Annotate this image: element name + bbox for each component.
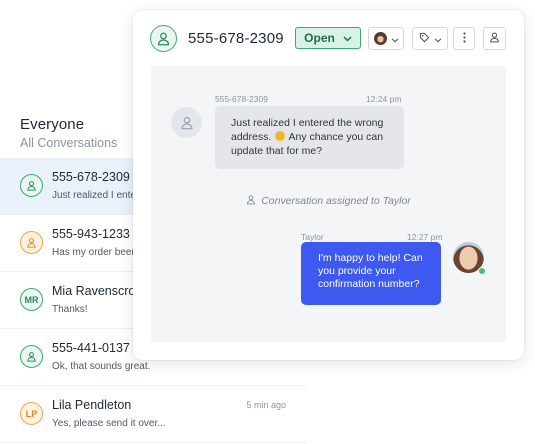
message-thread: 555-678-2309 12:24 pm Just realized I en… — [151, 66, 506, 342]
message-time: 12:24 pm — [366, 94, 402, 104]
conversation-preview: Has my order been — [52, 247, 138, 258]
chat-window: 555-678-2309 Open 555-678-2309 12:24 pm … — [133, 10, 524, 360]
conversation-preview: Yes, please send it over... — [52, 418, 166, 429]
status-dropdown[interactable]: Open — [295, 27, 361, 49]
more-options-button[interactable] — [453, 27, 475, 50]
person-icon — [20, 174, 43, 197]
incoming-message: Just realized I entered the wrong addres… — [215, 106, 404, 169]
message-sender: 555-678-2309 — [215, 94, 268, 104]
chevron-down-icon — [343, 31, 352, 45]
list-subtitle: All Conversations — [20, 136, 118, 150]
conversation-phone: 555-678-2309 — [188, 30, 284, 47]
grimacing-emoji-icon — [275, 131, 286, 141]
message-text: I'm happy to help! Can you provide your … — [318, 252, 423, 290]
person-icon — [150, 25, 177, 52]
chevron-down-icon — [391, 30, 399, 48]
person-icon — [171, 107, 202, 138]
person-icon — [20, 231, 43, 254]
conversation-preview: Thanks! — [52, 304, 88, 315]
person-outline-icon — [489, 30, 500, 48]
conversation-row[interactable]: LP Lila Pendleton Yes, please send it ov… — [0, 386, 306, 443]
system-message: Conversation assigned to Taylor — [151, 194, 506, 208]
conversation-time: 5 min ago — [246, 400, 286, 410]
online-status-indicator — [478, 267, 486, 275]
list-header: Everyone All Conversations — [20, 116, 117, 150]
list-title: Everyone — [20, 116, 85, 133]
conversation-name: 555-943-1233 — [52, 227, 130, 241]
conversation-name: Mia Ravenscroft — [52, 284, 143, 298]
conversation-name: Lila Pendleton — [52, 398, 132, 412]
vertical-ellipsis-icon — [462, 30, 466, 48]
avatar-initials: MR — [20, 288, 43, 311]
tags-dropdown[interactable] — [412, 27, 448, 50]
status-label: Open — [304, 31, 335, 45]
conversation-preview: Ok, that sounds great. — [52, 361, 151, 372]
person-outline-icon — [246, 194, 256, 208]
assignee-avatar — [373, 32, 387, 45]
person-icon — [20, 345, 43, 368]
assignee-dropdown[interactable] — [368, 27, 404, 50]
message-sender: Taylor — [301, 232, 324, 242]
tag-icon — [419, 30, 430, 48]
chevron-down-icon — [434, 30, 442, 48]
outgoing-message: I'm happy to help! Can you provide your … — [301, 242, 441, 305]
avatar-initials: LP — [20, 402, 43, 425]
conversation-name: 555-678-2309 — [52, 170, 130, 184]
conversation-name: 555-441-0137 — [52, 341, 130, 355]
message-time: 12:27 pm — [407, 232, 443, 242]
contact-details-button[interactable] — [483, 27, 506, 50]
system-message-text: Conversation assigned to Taylor — [261, 195, 411, 207]
